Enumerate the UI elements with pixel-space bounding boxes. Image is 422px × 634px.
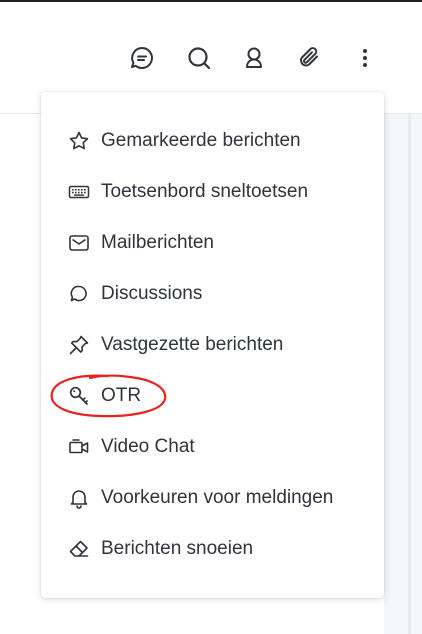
scrollbar[interactable]	[408, 114, 411, 634]
menu-item-label: Mailberichten	[101, 232, 214, 253]
chat-bubble-icon	[129, 45, 155, 71]
menu-item-label: Vastgezette berichten	[101, 334, 284, 355]
menu-item-otr[interactable]: OTR	[41, 376, 384, 416]
menu-item-notification-preferences[interactable]: Voorkeuren voor meldingen	[41, 478, 384, 518]
menu-item-prune-messages[interactable]: Berichten snoeien	[41, 529, 384, 569]
discussion-icon	[68, 284, 90, 304]
right-panel	[384, 114, 422, 634]
files-toolbar-button[interactable]	[294, 42, 326, 74]
menu-item-video-chat[interactable]: Video Chat	[41, 427, 384, 467]
menu-item-mail-messages[interactable]: Mailberichten	[41, 223, 384, 263]
room-view: Gemarkeerde berichten Toetsenbord snelto…	[0, 0, 422, 634]
eraser-icon	[68, 539, 90, 559]
bell-icon	[68, 488, 90, 509]
discussion-toolbar-button[interactable]	[126, 42, 158, 74]
user-icon	[241, 45, 267, 71]
key-icon	[68, 386, 90, 406]
mail-icon	[68, 233, 90, 253]
kebab-menu-button[interactable]	[349, 42, 381, 74]
menu-item-pinned-messages[interactable]: Vastgezette berichten	[41, 325, 384, 365]
menu-item-starred-messages[interactable]: Gemarkeerde berichten	[41, 121, 384, 161]
video-icon	[68, 437, 90, 457]
menu-item-label: Video Chat	[101, 436, 195, 457]
menu-item-label: Voorkeuren voor meldingen	[101, 487, 334, 508]
menu-item-discussions[interactable]: Discussions	[41, 274, 384, 314]
paperclip-icon	[297, 45, 323, 71]
menu-item-label: Toetsenbord sneltoetsen	[101, 181, 309, 202]
menu-item-keyboard-shortcuts[interactable]: Toetsenbord sneltoetsen	[41, 172, 384, 212]
menu-item-label: Discussions	[101, 283, 203, 304]
search-toolbar-button[interactable]	[183, 42, 215, 74]
pin-icon	[68, 335, 90, 355]
kebab-menu-icon	[352, 45, 378, 71]
menu-item-label: Gemarkeerde berichten	[101, 130, 301, 151]
window-top-border	[0, 0, 422, 2]
menu-item-label: OTR	[101, 385, 142, 406]
star-icon	[68, 131, 90, 151]
room-actions-menu: Gemarkeerde berichten Toetsenbord snelto…	[41, 92, 384, 598]
members-toolbar-button[interactable]	[238, 42, 270, 74]
keyboard-icon	[68, 182, 90, 202]
menu-item-label: Berichten snoeien	[101, 538, 254, 559]
search-icon	[186, 45, 212, 71]
